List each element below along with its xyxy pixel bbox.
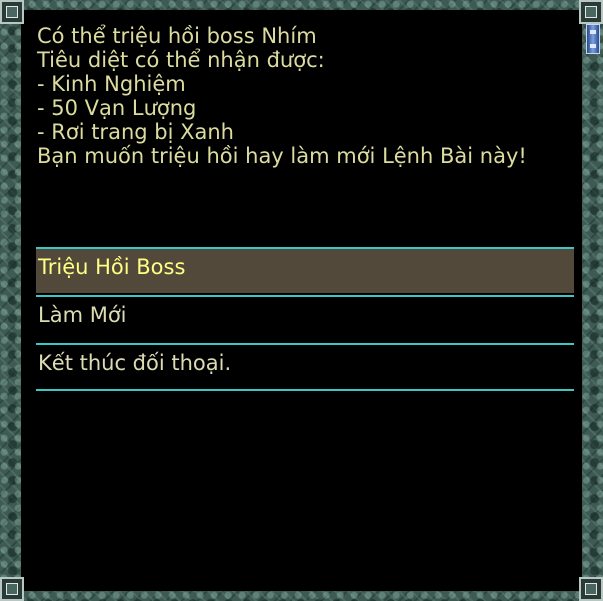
ornate-corner-icon (0, 577, 24, 601)
message-line: Có thể triệu hồi boss Nhím (37, 24, 317, 48)
message-line: - Kinh Nghiệm (37, 72, 186, 96)
scroll-thumb-icon[interactable] (586, 24, 600, 54)
ornate-corner-icon (579, 577, 603, 601)
message-line: - Rơi trang bị Xanh (37, 120, 234, 144)
dialog-options: Triệu Hồi Boss Làm Mới Kết thúc đối thoạ… (36, 247, 574, 391)
npc-dialog-window: Có thể triệu hồi boss Nhím Tiêu diệt có … (0, 0, 603, 601)
option-divider (36, 389, 574, 391)
option-refresh[interactable]: Làm Mới (36, 295, 574, 341)
option-label: Triệu Hồi Boss (38, 255, 186, 279)
message-line: - 50 Vạn Lượng (37, 96, 197, 120)
border-left (0, 0, 21, 601)
option-label: Kết thúc đối thoại. (38, 351, 232, 375)
option-label: Làm Mới (38, 303, 127, 327)
option-end-dialog[interactable]: Kết thúc đối thoại. (36, 343, 574, 389)
message-line: Tiêu diệt có thể nhận được: (37, 48, 325, 72)
border-top (0, 0, 603, 10)
ornate-corner-icon (579, 0, 603, 24)
dialog-message: Có thể triệu hồi boss Nhím Tiêu diệt có … (37, 24, 577, 168)
option-summon-boss[interactable]: Triệu Hồi Boss (36, 247, 574, 293)
message-line: Bạn muốn triệu hồi hay làm mới Lệnh Bài … (37, 144, 527, 168)
border-bottom (0, 591, 603, 601)
border-right (582, 0, 603, 601)
ornate-corner-icon (0, 0, 24, 24)
